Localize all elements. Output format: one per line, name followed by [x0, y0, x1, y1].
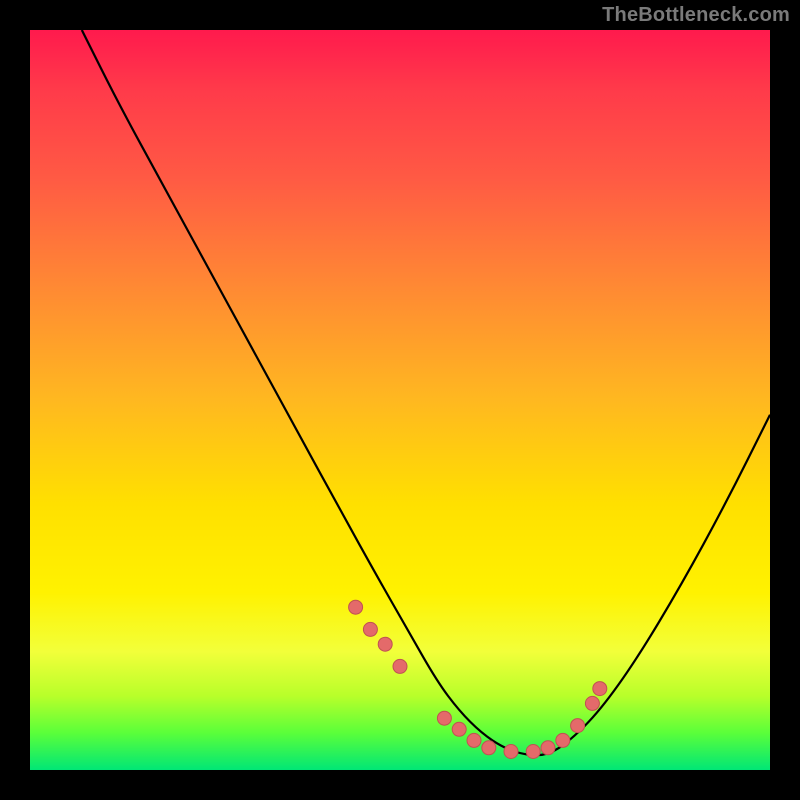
plot-area [30, 30, 770, 770]
chart-frame: TheBottleneck.com [0, 0, 800, 800]
curve-marker [349, 600, 363, 614]
curve-marker [363, 622, 377, 636]
curve-marker [593, 682, 607, 696]
curve-marker [526, 745, 540, 759]
curve-marker [482, 741, 496, 755]
curve-marker [556, 733, 570, 747]
marker-group [349, 600, 607, 758]
curve-marker [437, 711, 451, 725]
curve-marker [467, 733, 481, 747]
curve-marker [452, 722, 466, 736]
watermark-text: TheBottleneck.com [602, 4, 790, 27]
chart-svg [30, 30, 770, 770]
curve-marker [378, 637, 392, 651]
curve-marker [541, 741, 555, 755]
curve-marker [393, 659, 407, 673]
curve-marker [504, 745, 518, 759]
bottleneck-curve [82, 30, 770, 755]
curve-marker [585, 696, 599, 710]
curve-marker [571, 719, 585, 733]
